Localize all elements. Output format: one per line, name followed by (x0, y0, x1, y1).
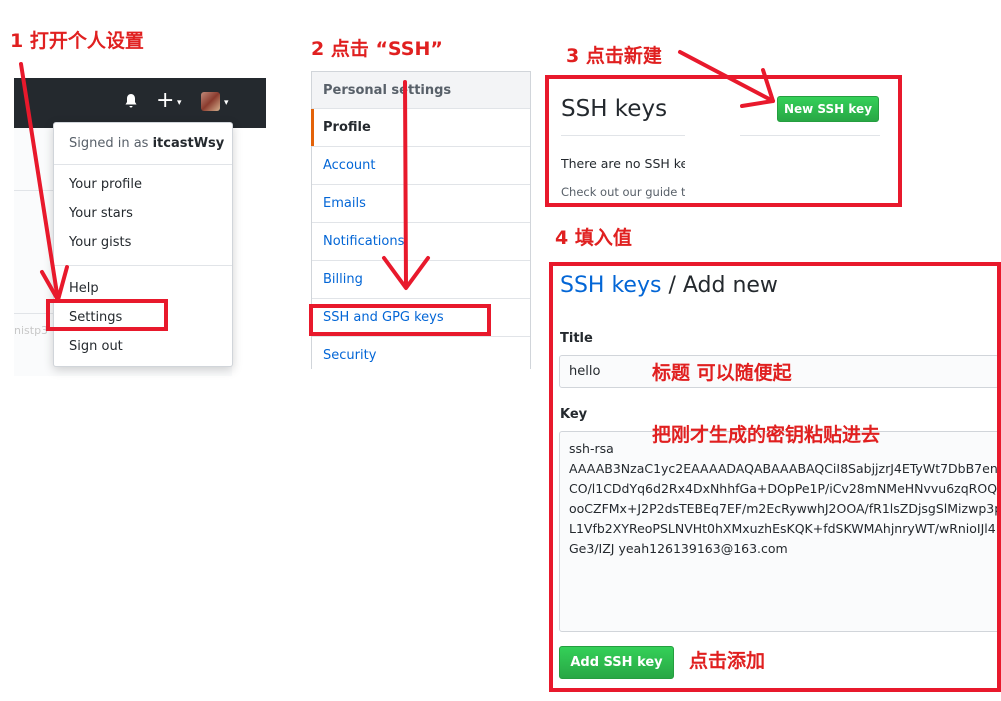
arrow-step3 (678, 50, 775, 103)
annotation-step3: 3 点击新建 (566, 45, 662, 67)
annotation-arrows (19, 50, 775, 302)
arrow-step2 (403, 80, 408, 287)
annotation-add-hint: 点击添加 (689, 650, 766, 672)
annotation-step4: 4 填入值 (555, 227, 632, 249)
annotation-key-hint: 把刚才生成的密钥粘贴进去 (652, 424, 881, 446)
arrow-step1 (19, 62, 60, 302)
annotation-step1: 1 打开个人设置 (10, 30, 144, 52)
annotation-title-hint: 标题 可以随便起 (652, 362, 792, 384)
annotation-step2: 2 点击 “SSH” (311, 38, 443, 60)
